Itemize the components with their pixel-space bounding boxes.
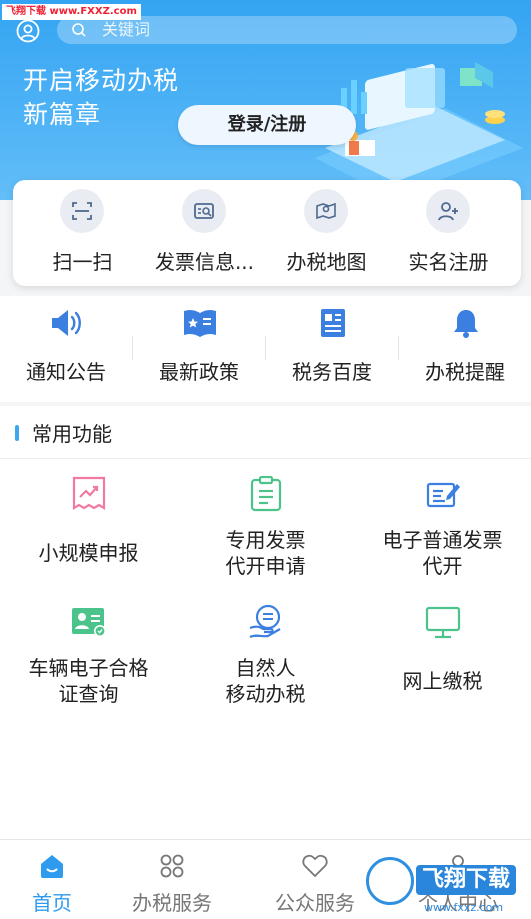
invoice-search-icon bbox=[194, 203, 214, 219]
quick-label: 发票信息... bbox=[154, 250, 255, 274]
heart-icon bbox=[302, 854, 328, 878]
func-label-line1: 专用发票 bbox=[225, 528, 306, 552]
func-label-line1: 自然人 bbox=[235, 656, 296, 680]
tab-label: 办税服务 bbox=[132, 891, 212, 915]
search-bar[interactable]: 关键词 bbox=[57, 16, 517, 44]
section-accent-bar bbox=[15, 425, 19, 441]
notice-tax-baidu[interactable]: 税务百度 bbox=[266, 296, 398, 402]
notice-announcements[interactable]: 通知公告 bbox=[0, 296, 132, 402]
watermark-brand: 飞翔下载 bbox=[416, 865, 517, 895]
certificate-icon bbox=[72, 608, 106, 637]
chart-receipt-icon bbox=[72, 476, 106, 510]
func-online-tax-payment[interactable]: 网上缴税 bbox=[354, 604, 531, 734]
search-icon bbox=[72, 23, 86, 37]
watermark-badge: 飞翔下载 www.fxxz.com bbox=[360, 849, 531, 919]
quick-actions-card: 扫一扫 发票信息... 办税地图 实名注册 bbox=[13, 180, 521, 286]
notice-label: 办税提醒 bbox=[425, 360, 505, 384]
search-placeholder: 关键词 bbox=[102, 20, 151, 39]
func-e-invoice[interactable]: 电子普通发票 代开 bbox=[354, 476, 531, 606]
speaker-icon bbox=[52, 310, 81, 336]
func-special-invoice[interactable]: 专用发票 代开申请 bbox=[177, 476, 354, 606]
func-label-line1: 车辆电子合格 bbox=[28, 656, 149, 680]
hero-banner: 飞翔下载 www.FXXZ.com 关键词 开启移动办税 新篇章 登录/注册 bbox=[0, 0, 531, 200]
func-label: 小规模申报 bbox=[38, 541, 139, 565]
scan-icon-circle bbox=[60, 189, 104, 233]
add-user-icon bbox=[438, 202, 458, 221]
quick-scan[interactable]: 扫一扫 bbox=[19, 180, 146, 286]
tab-label: 首页 bbox=[32, 891, 72, 915]
map-pin-icon bbox=[316, 202, 336, 220]
quick-label: 实名注册 bbox=[408, 250, 489, 274]
grid-icon bbox=[160, 854, 184, 878]
quick-invoice-info[interactable]: 发票信息... bbox=[141, 180, 268, 286]
notice-label: 最新政策 bbox=[159, 360, 239, 384]
notice-label: 通知公告 bbox=[26, 360, 106, 384]
func-label-line2: 代开 bbox=[422, 554, 463, 578]
func-label-line1: 电子普通发票 bbox=[382, 528, 503, 552]
func-vehicle-certificate[interactable]: 车辆电子合格 证查询 bbox=[0, 604, 177, 734]
quick-label: 办税地图 bbox=[286, 250, 367, 274]
notice-tax-reminder[interactable]: 办税提醒 bbox=[399, 296, 531, 402]
book-star-icon bbox=[184, 309, 216, 337]
newspaper-icon bbox=[321, 309, 345, 337]
invoice-search-icon-circle bbox=[182, 189, 226, 233]
clipboard-icon bbox=[250, 476, 282, 512]
notice-row: 通知公告 最新政策 税务百度 办税提醒 bbox=[0, 296, 531, 402]
add-user-icon-circle bbox=[426, 189, 470, 233]
user-profile-icon[interactable] bbox=[16, 19, 40, 43]
slogan-line1: 开启移动办税 bbox=[23, 66, 180, 95]
notice-label: 税务百度 bbox=[292, 360, 372, 384]
home-icon bbox=[41, 855, 63, 878]
tab-tax-service[interactable]: 办税服务 bbox=[106, 840, 238, 919]
func-label-line2: 代开申请 bbox=[225, 554, 306, 578]
func-label-line2: 移动办税 bbox=[225, 682, 306, 706]
hand-coin-icon bbox=[249, 604, 281, 639]
invoice-edit-icon bbox=[426, 482, 460, 508]
login-register-button[interactable]: 登录/注册 bbox=[178, 105, 356, 145]
func-small-scale-declare[interactable]: 小规模申报 bbox=[0, 476, 177, 606]
section-divider bbox=[0, 458, 531, 459]
section-title: 常用功能 bbox=[32, 422, 112, 446]
quick-tax-map[interactable]: 办税地图 bbox=[263, 180, 390, 286]
tab-home[interactable]: 首页 bbox=[0, 840, 118, 919]
slogan-line2: 新篇章 bbox=[23, 100, 102, 129]
func-label-line2: 证查询 bbox=[58, 682, 119, 706]
monitor-icon bbox=[425, 606, 461, 639]
watermark-url: www.fxxz.com bbox=[424, 901, 504, 914]
notice-latest-policy[interactable]: 最新政策 bbox=[133, 296, 265, 402]
func-label: 网上缴税 bbox=[402, 669, 483, 693]
hero-slogan: 开启移动办税 新篇章 bbox=[23, 64, 179, 132]
quick-realname-register[interactable]: 实名注册 bbox=[385, 180, 512, 286]
common-functions-section: 常用功能 小规模申报 专用发票 代开申请 电子普通发票 代开 车辆电子合格 证查… bbox=[0, 406, 531, 839]
map-pin-icon-circle bbox=[304, 189, 348, 233]
func-natural-person[interactable]: 自然人 移动办税 bbox=[177, 604, 354, 734]
watermark-logo-icon bbox=[366, 857, 414, 905]
scan-icon bbox=[72, 202, 92, 220]
quick-label: 扫一扫 bbox=[52, 250, 113, 274]
bell-icon bbox=[454, 310, 478, 338]
